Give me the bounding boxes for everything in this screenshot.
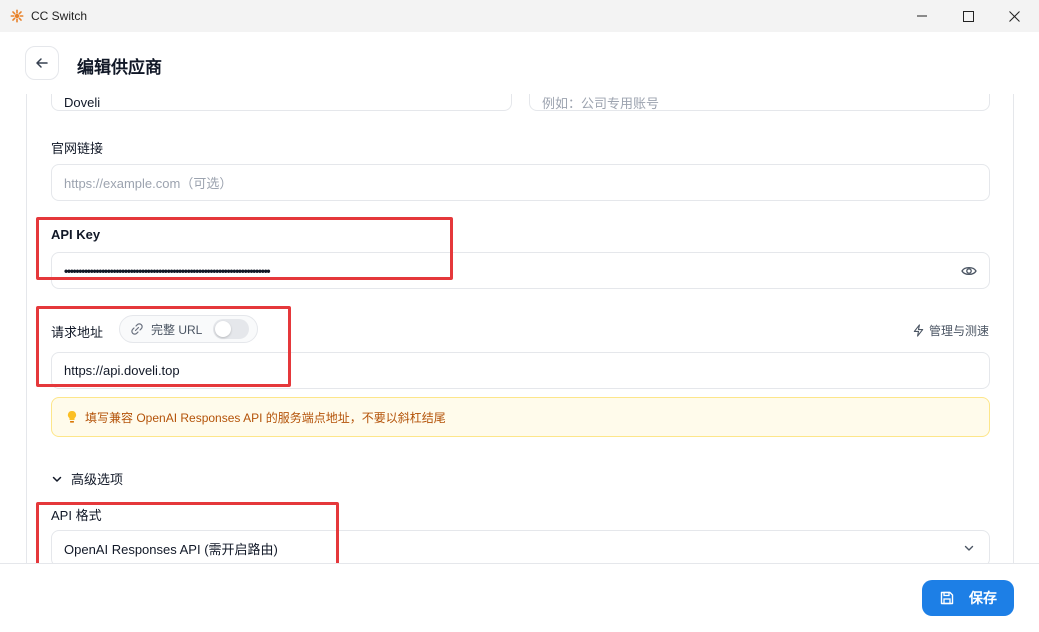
save-button[interactable]: 保存 [922, 580, 1014, 616]
maximize-icon [962, 10, 974, 22]
api-format-label: API 格式 [51, 508, 102, 523]
advanced-options-toggle[interactable]: 高级选项 [51, 469, 123, 488]
api-format-value: OpenAI Responses API (需开启路由) [64, 542, 278, 557]
full-url-toggle[interactable]: 完整 URL [119, 315, 259, 343]
manage-speedtest-button[interactable]: 管理与测速 [912, 322, 989, 339]
eye-icon[interactable] [961, 263, 977, 279]
lightbulb-icon [67, 410, 77, 423]
close-button[interactable] [991, 0, 1037, 32]
advanced-options-label: 高级选项 [71, 472, 124, 487]
window-title: CC Switch [31, 9, 88, 23]
endpoint-hint: 填写兼容 OpenAI Responses API 的服务端点地址，不要以斜杠结… [51, 397, 990, 437]
arrow-left-icon [36, 58, 48, 68]
chevron-down-icon [52, 476, 62, 482]
page-title: 编辑供应商 [77, 58, 162, 77]
provider-name-input[interactable]: Doveli [51, 94, 512, 111]
link-icon [131, 323, 143, 335]
full-url-label: 完整 URL [151, 322, 203, 337]
back-button[interactable] [25, 46, 59, 80]
minimize-button[interactable] [899, 0, 945, 32]
bottom-bar: 保存 [0, 563, 1039, 632]
save-button-label: 保存 [969, 590, 997, 606]
endpoint-input[interactable]: https://api.doveli.top [51, 352, 990, 389]
manage-speedtest-label: 管理与测速 [929, 324, 990, 338]
title-bar: CC Switch [0, 0, 1039, 32]
website-input[interactable]: https://example.com（可选） [51, 164, 990, 201]
endpoint-label: 请求地址 [51, 325, 104, 340]
minimize-icon [917, 15, 927, 17]
app-logo-icon [10, 9, 24, 23]
form-card: Doveli 例如：公司专用账号 官网链接 https://example.co… [26, 94, 1014, 564]
api-key-input[interactable]: ••••••••••••••••••••••••••••••••••••••••… [51, 252, 990, 289]
api-key-label: API Key [51, 227, 101, 242]
select-chevron-icon [964, 545, 974, 551]
api-key-value: ••••••••••••••••••••••••••••••••••••••••… [64, 263, 271, 278]
full-url-switch[interactable] [213, 319, 250, 339]
endpoint-hint-text: 填写兼容 OpenAI Responses API 的服务端点地址，不要以斜杠结… [85, 410, 446, 425]
page-header: 编辑供应商 [0, 32, 1039, 94]
remark-input[interactable]: 例如：公司专用账号 [529, 94, 990, 111]
website-label: 官网链接 [51, 141, 104, 156]
api-format-select[interactable]: OpenAI Responses API (需开启路由) [51, 530, 990, 564]
lightning-icon [913, 324, 924, 337]
save-icon [940, 591, 954, 605]
close-icon [1008, 10, 1020, 22]
remark-placeholder: 例如：公司专用账号 [542, 96, 660, 111]
maximize-button[interactable] [945, 0, 991, 32]
website-placeholder: https://example.com（可选） [64, 176, 233, 191]
endpoint-value: https://api.doveli.top [64, 363, 180, 378]
provider-name-value: Doveli [64, 95, 101, 110]
